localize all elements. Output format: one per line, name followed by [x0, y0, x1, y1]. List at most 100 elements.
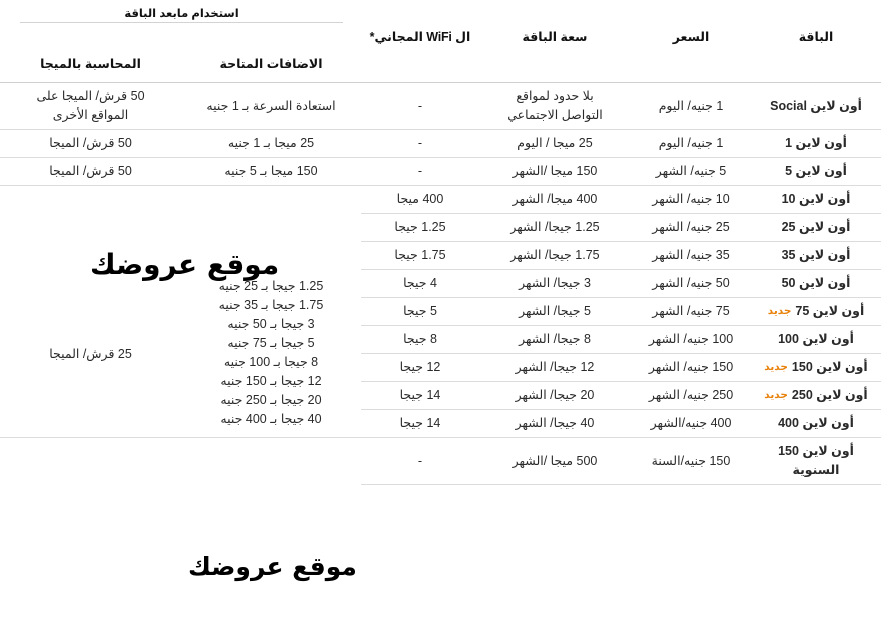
wifi-cell: 12 جيجا: [361, 353, 479, 382]
price-cell: 150 جنيه/ الشهر: [631, 353, 751, 382]
package-name-cell: أون لاين 400: [751, 409, 881, 438]
package-name: أون لاين 1: [785, 136, 847, 150]
addons-list-item: 5 جيجا بـ 75 جنيه: [227, 336, 315, 351]
capacity-cell: 40 جيجا/ الشهر: [479, 409, 631, 438]
capacity-cell: 1.25 جيجا/ الشهر: [479, 213, 631, 242]
package-name-cell: أون لاين 250جديد: [751, 381, 881, 410]
price-cell: 150 جنيه/السنة: [631, 437, 751, 485]
capacity-cell: 25 ميجا / اليوم: [479, 129, 631, 158]
wifi-cell: 5 جيجا: [361, 297, 479, 326]
header-capacity: سعة الباقة: [479, 23, 631, 83]
addons-list-item: 20 جيجا بـ 250 جنيه: [220, 393, 322, 408]
billing-merged-top-blank: [0, 186, 181, 270]
capacity-line-2: التواصل الاجتماعي: [507, 108, 603, 122]
billing-line-1: 50 قرش/ الميجا على: [36, 89, 145, 103]
wifi-cell: -: [361, 437, 479, 485]
price-cell: 25 جنيه/ الشهر: [631, 213, 751, 242]
header-price: السعر: [631, 23, 751, 83]
table-row: أون لاين 1 1 جنيه/ اليوم 25 ميجا / اليوم…: [0, 129, 881, 158]
capacity-cell: 500 ميجا /الشهر: [479, 437, 631, 485]
wifi-cell: 8 جيجا: [361, 325, 479, 354]
capacity-cell: 150 ميجا /الشهر: [479, 157, 631, 186]
billing-merged-cell: 25 قرش/ الميجا: [0, 269, 181, 438]
group-header-spacer: [361, 0, 881, 23]
billing-bottom-blank: [0, 438, 181, 485]
addons-list-item: 3 جيجا بـ 50 جنيه: [227, 317, 315, 332]
price-cell: 100 جنيه/ الشهر: [631, 325, 751, 354]
package-name-cell: أون لاين 150 السنوية: [751, 437, 881, 485]
addons-list-item: 1.25 جيجا بـ 25 جنيه: [218, 279, 324, 294]
table-header: استخدام مابعد الباقة الباقة السعر سعة ال…: [0, 0, 881, 83]
billing-line-2: المواقع الأخرى: [52, 108, 129, 122]
group-header-post-quota-usage: استخدام مابعد الباقة: [0, 0, 361, 23]
wifi-cell: 400 ميجا: [361, 185, 479, 214]
capacity-cell: 8 جيجا/ الشهر: [479, 325, 631, 354]
header-free-wifi: ال WiFi المجاني*: [361, 23, 479, 83]
new-badge: جديد: [767, 305, 792, 317]
package-name: أون لاين 100: [778, 332, 854, 346]
header-per-mb-billing: المحاسبة بالميجا: [0, 23, 181, 83]
addons-list-item: 1.75 جيجا بـ 35 جنيه: [218, 298, 324, 313]
capacity-cell: 20 جيجا/ الشهر: [479, 381, 631, 410]
header-package: الباقة: [751, 23, 881, 83]
header-available-addons: الاضافات المتاحة: [181, 23, 361, 83]
table-row: أون لاين 150 السنوية 150 جنيه/السنة 500 …: [0, 437, 881, 485]
capacity-cell: 400 ميجا/ الشهر: [479, 185, 631, 214]
wifi-cell: 14 جيجا: [361, 409, 479, 438]
addons-cell: استعادة السرعة بـ 1 جنيه: [181, 82, 361, 130]
package-name-cell: أون لاين 100: [751, 325, 881, 354]
package-name-cell: أون لاين 75جديد: [751, 297, 881, 326]
capacity-line-1: بلا حدود لمواقع: [516, 89, 594, 103]
table-row: أون لاين Social 1 جنيه/ اليوم بلا حدود ل…: [0, 82, 881, 130]
package-name: أون لاين 75: [795, 304, 865, 318]
package-name: أون لاين 400: [778, 416, 854, 430]
addons-list-item: 12 جيجا بـ 150 جنيه: [220, 374, 322, 389]
new-badge: جديد: [764, 389, 788, 401]
wifi-cell: -: [361, 129, 479, 158]
billing-cell: 50 قرش/ الميجا على المواقع الأخرى: [0, 82, 181, 130]
package-name: أون لاين 150 السنوية: [778, 444, 854, 477]
addons-list-item: 8 جيجا بـ 100 جنيه: [223, 355, 319, 370]
package-name-cell: أون لاين 10: [751, 185, 881, 214]
wifi-cell: 4 جيجا: [361, 269, 479, 298]
package-name-cell: أون لاين 25: [751, 213, 881, 242]
group-header-label: استخدام مابعد الباقة: [20, 8, 343, 23]
addons-merged-top-blank: [181, 186, 361, 270]
package-name: أون لاين 35: [781, 248, 851, 262]
package-name: أون لاين 150: [791, 360, 868, 374]
package-name-cell: أون لاين 1: [751, 129, 881, 158]
watermark-bottom: موقع عروضك: [188, 552, 357, 581]
addons-cell: 25 ميجا بـ 1 جنيه: [181, 129, 361, 158]
price-cell: 5 جنيه/ الشهر: [631, 157, 751, 186]
capacity-cell: 3 جيجا/ الشهر: [479, 269, 631, 298]
wifi-cell: 1.25 جيجا: [361, 213, 479, 242]
packages-table: استخدام مابعد الباقة الباقة السعر سعة ال…: [0, 0, 881, 485]
table-row: أون لاين 10 10 جنيه/ الشهر 400 ميجا/ الش…: [0, 185, 881, 214]
package-name-cell: أون لاين 150جديد: [751, 353, 881, 382]
group-header-row: استخدام مابعد الباقة: [0, 0, 881, 23]
package-name: أون لاين 25: [781, 220, 851, 234]
package-name-cell: أون لاين 35: [751, 241, 881, 270]
billing-cell: 50 قرش/ الميجا: [0, 157, 181, 186]
new-badge: جديد: [764, 361, 788, 373]
price-cell: 10 جنيه/ الشهر: [631, 185, 751, 214]
price-cell: 250 جنيه/ الشهر: [631, 381, 751, 410]
wifi-cell: 1.75 جيجا: [361, 241, 479, 270]
addons-merged-cell: 1.25 جيجا بـ 25 جنيه 1.75 جيجا بـ 35 جني…: [181, 269, 361, 438]
package-name: أون لاين 50: [781, 276, 851, 290]
wifi-cell: 14 جيجا: [361, 381, 479, 410]
packages-table-page: استخدام مابعد الباقة الباقة السعر سعة ال…: [0, 0, 881, 631]
column-header-row: الباقة السعر سعة الباقة ال WiFi المجاني*…: [0, 23, 881, 83]
price-cell: 1 جنيه/ اليوم: [631, 129, 751, 158]
table-row: أون لاين 50 50 جنيه/ الشهر 3 جيجا/ الشهر…: [0, 269, 881, 438]
price-cell: 1 جنيه/ اليوم: [631, 82, 751, 130]
price-cell: 50 جنيه/ الشهر: [631, 269, 751, 298]
package-name: أون لاين 10: [781, 192, 851, 206]
addons-bottom-blank: [181, 438, 361, 485]
package-name: أون لاين 5: [785, 164, 847, 178]
price-cell: 75 جنيه/ الشهر: [631, 297, 751, 326]
capacity-cell: 1.75 جيجا/ الشهر: [479, 241, 631, 270]
package-name-cell: أون لاين Social: [751, 82, 881, 130]
billing-cell: 50 قرش/ الميجا: [0, 129, 181, 158]
package-name: أون لاين Social: [770, 98, 862, 113]
